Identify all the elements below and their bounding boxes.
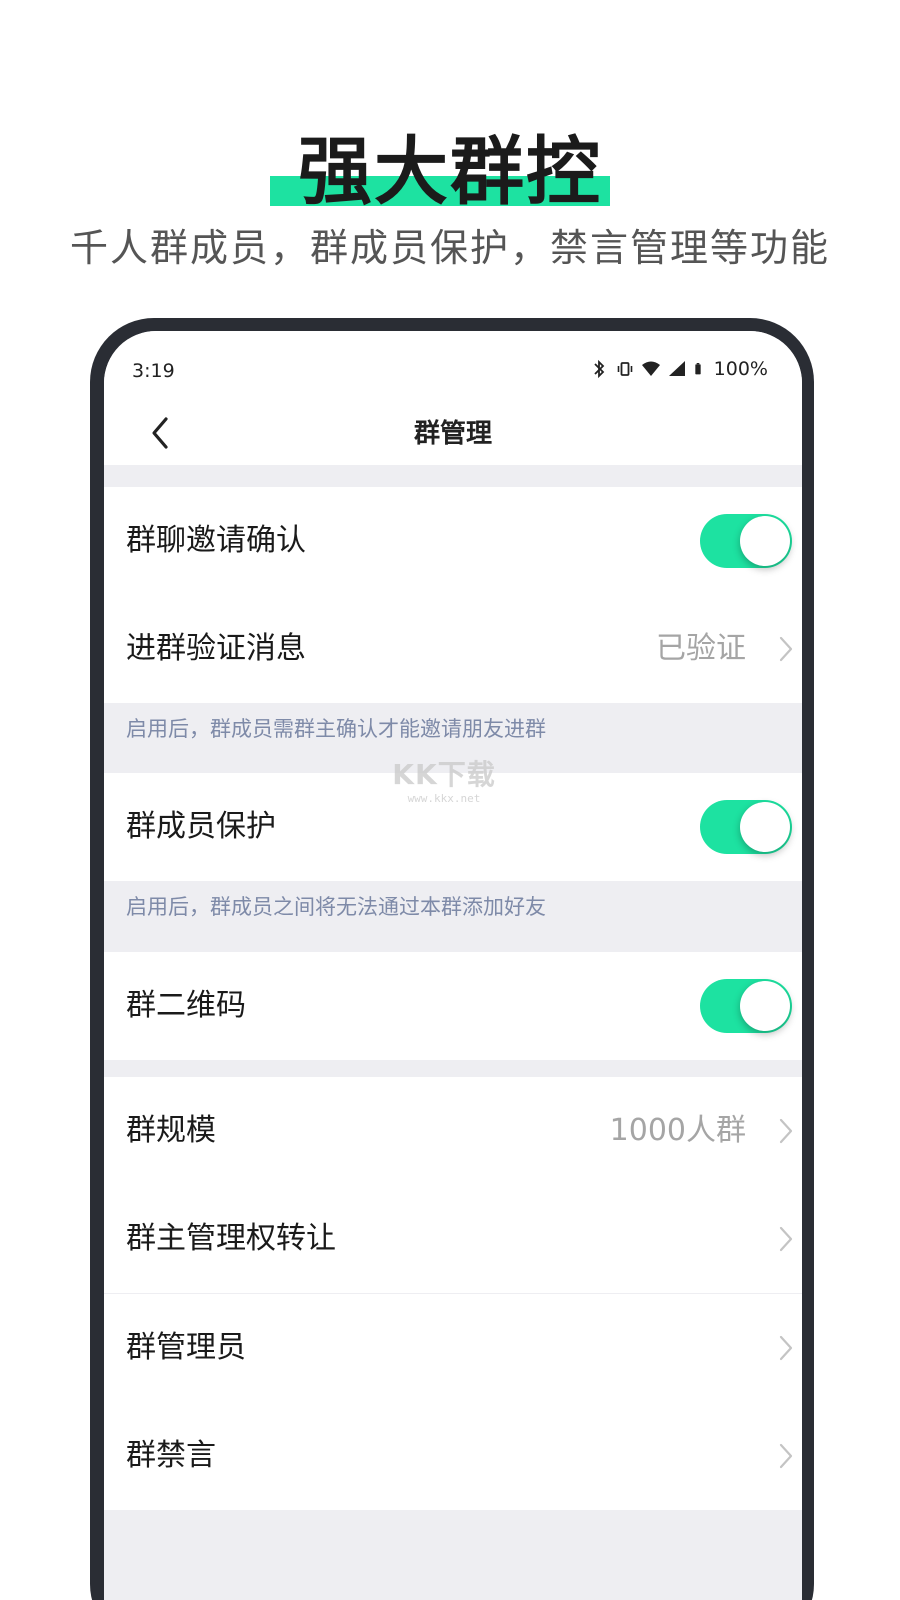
chevron-right-icon [779,636,793,662]
nav-bar: 群管理 [104,409,802,465]
setting-row-qr-code[interactable]: 群二维码 [104,952,802,1060]
status-time: 3:19 [132,360,175,382]
setting-label: 群管理员 [126,1330,246,1365]
setting-label: 群主管理权转让 [126,1221,336,1256]
toggle-knob [740,516,790,566]
setting-row-transfer-owner[interactable]: 群主管理权转让 [104,1185,802,1293]
battery-icon [695,363,701,375]
member-protect-toggle[interactable] [700,800,792,854]
watermark-url: www.kkx.net [407,792,481,805]
setting-label: 群成员保护 [126,809,276,844]
protect-hint-text: 启用后，群成员之间将无法通过本群添加好友 [126,895,546,919]
toggle-knob [740,802,790,852]
setting-row-invite-confirm[interactable]: 群聊邀请确认 [104,487,802,595]
chevron-right-icon [779,1335,793,1361]
status-icons: 100% [590,357,768,381]
qr-code-toggle[interactable] [700,979,792,1033]
setting-value: 1000人群 [609,1113,746,1148]
toggle-knob [740,981,790,1031]
setting-value: 已验证 [656,631,746,666]
chevron-right-icon [779,1226,793,1252]
phone-screen: 3:19 100% 群管理 群聊邀请确认 进群验证消息 已验证 启用后，群成员需… [104,331,802,1600]
invite-confirm-toggle[interactable] [700,514,792,568]
setting-label: 群二维码 [126,988,246,1023]
watermark-text: KK下载 [392,758,496,791]
setting-label: 群聊邀请确认 [126,523,306,558]
setting-label: 进群验证消息 [126,631,306,666]
signal-icon [668,361,685,376]
vibrate-icon [617,362,632,376]
battery-percent: 100% [713,358,768,380]
chevron-right-icon [779,1118,793,1144]
setting-label: 群规模 [126,1113,216,1148]
watermark-logo: KK下载 www.kkx.net [384,758,504,806]
promo-title: 强大群控 [298,129,602,215]
status-bar: 3:19 100% [104,331,802,409]
setting-row-mute-all[interactable]: 群禁言 [104,1402,802,1510]
page-title: 群管理 [413,419,492,449]
promo-subtitle: 千人群成员，群成员保护，禁言管理等功能 [69,226,830,270]
setting-row-join-verify[interactable]: 进群验证消息 已验证 [104,595,802,703]
setting-label: 群禁言 [126,1438,216,1473]
invite-hint-text: 启用后，群成员需群主确认才能邀请朋友进群 [126,717,546,741]
bluetooth-icon [594,359,604,379]
chevron-right-icon [779,1443,793,1469]
setting-row-group-size[interactable]: 群规模 1000人群 [104,1077,802,1185]
setting-row-admins[interactable]: 群管理员 [104,1294,802,1402]
wifi-icon [641,361,660,376]
